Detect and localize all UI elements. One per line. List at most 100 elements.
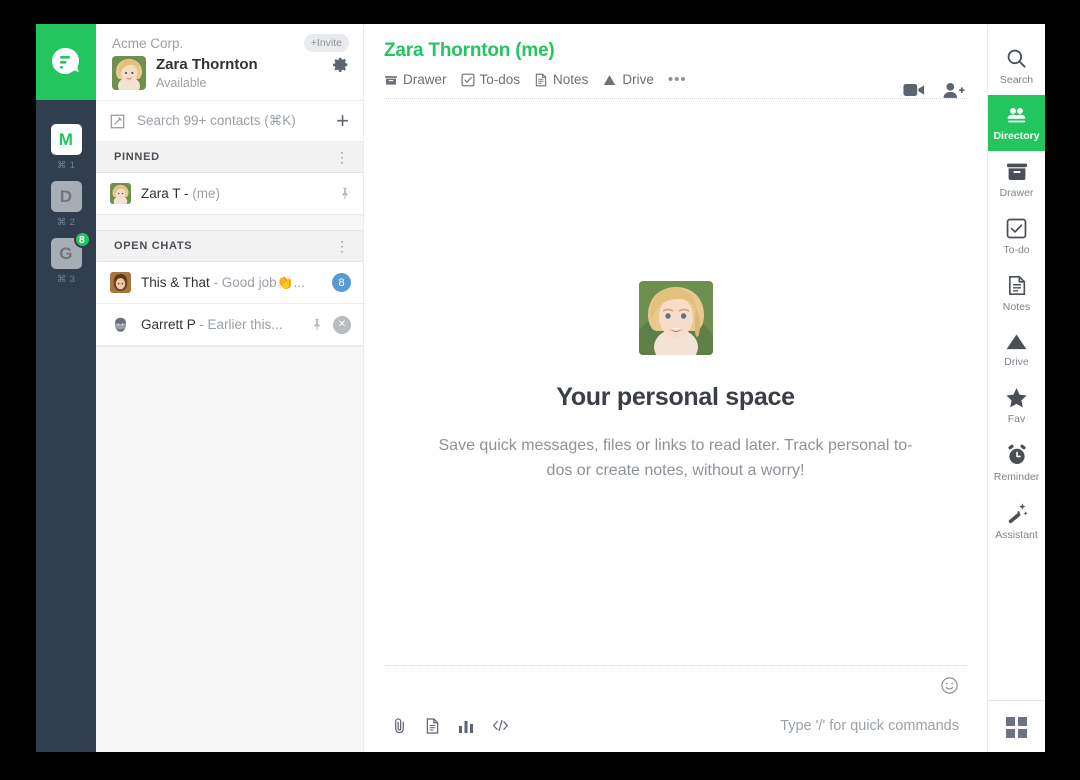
search-input[interactable]: Search 99+ contacts (⌘K) — [137, 113, 324, 129]
chat-name: This & That — [141, 274, 210, 290]
tab-label: Drawer — [403, 72, 447, 87]
poll-icon[interactable] — [458, 718, 474, 734]
list-item[interactable]: Zara T - (me) — [96, 173, 363, 215]
avatar — [110, 314, 131, 335]
tab-todos[interactable]: To-dos — [461, 72, 520, 87]
conversation-header: Zara Thornton (me) Drawer To-dos Notes D… — [364, 24, 987, 98]
app-grid-icon[interactable] — [1006, 717, 1027, 738]
document-icon[interactable] — [425, 717, 440, 734]
tab-label: Drive — [622, 72, 654, 87]
rail-app-letter: D — [59, 186, 73, 206]
gear-icon[interactable] — [332, 56, 349, 73]
avatar — [110, 272, 131, 293]
avatar — [112, 56, 146, 90]
tab-drive[interactable]: Drive — [602, 72, 654, 87]
list-item-label: This & That - Good job👏... — [141, 275, 322, 291]
notes-icon — [1007, 275, 1027, 296]
more-options-icon[interactable]: ••• — [668, 71, 687, 88]
code-snippet-icon[interactable] — [492, 718, 509, 733]
rail-item-assistant[interactable]: Assistant — [988, 492, 1045, 550]
directory-icon — [1006, 105, 1027, 125]
rail-item-reminder[interactable]: Reminder — [988, 434, 1045, 492]
section-menu-icon[interactable]: ⋮ — [335, 239, 349, 253]
rail-item-label: Fav — [1007, 413, 1026, 425]
section-menu-icon[interactable]: ⋮ — [335, 150, 349, 164]
current-user-row[interactable]: Zara Thornton Available — [112, 56, 349, 90]
list-gap — [96, 215, 363, 231]
pin-icon[interactable] — [311, 318, 323, 331]
list-item[interactable]: Garrett P - Earlier this... ✕ — [96, 304, 363, 346]
rail-item-label: Notes — [1002, 301, 1031, 313]
message-input[interactable]: Type '/' for quick commands — [780, 718, 967, 734]
unread-badge: 8 — [332, 273, 351, 292]
rail-app-letter: M — [58, 129, 74, 149]
rail-app-item[interactable]: G 8 ⌘ 3 — [50, 231, 91, 285]
list-item[interactable]: This & That - Good job👏... 8 — [96, 262, 363, 304]
rail-app-item[interactable]: M ⌘ 1 — [50, 124, 82, 171]
rail-item-drawer[interactable]: Drawer — [988, 151, 1045, 208]
add-person-icon[interactable] — [943, 82, 965, 99]
flock-logo-icon[interactable] — [36, 24, 96, 100]
rail-app-list: M ⌘ 1 D ⌘ 2 G 8 ⌘ 3 — [36, 100, 96, 295]
rail-item-fav[interactable]: Fav — [988, 377, 1045, 434]
rail-item-label: Drawer — [999, 187, 1034, 199]
rail-item-search[interactable]: Search — [988, 38, 1045, 95]
rail-item-label: To-do — [1003, 244, 1030, 256]
alarm-icon — [1006, 444, 1028, 466]
rail-app-tile: D — [50, 181, 82, 212]
rail-app-shortcut: ⌘ 1 — [56, 160, 76, 171]
section-title: PINNED — [114, 151, 160, 163]
app-window: M ⌘ 1 D ⌘ 2 G 8 ⌘ 3 Acme Corp. +Invite Z… — [36, 24, 1045, 752]
header-actions — [903, 82, 965, 99]
chat-name: Garrett P — [141, 317, 196, 332]
rail-app-tile: G 8 — [50, 231, 91, 269]
current-user-status: Available — [156, 75, 207, 90]
rail-item-directory[interactable]: Directory — [988, 95, 1045, 151]
compose-icon — [110, 114, 125, 129]
org-header: Acme Corp. +Invite Zara Thornton Availab… — [96, 24, 363, 101]
rail-item-todo[interactable]: To-do — [988, 208, 1045, 265]
drive-icon — [1005, 332, 1028, 351]
rail-app-letter: G — [59, 243, 73, 263]
invite-button[interactable]: +Invite — [303, 34, 349, 52]
left-app-rail: M ⌘ 1 D ⌘ 2 G 8 ⌘ 3 — [36, 24, 96, 752]
video-call-icon[interactable] — [903, 82, 925, 99]
checkbox-icon — [461, 73, 475, 87]
rail-item-drive[interactable]: Drive — [988, 322, 1045, 377]
conversation-tabs: Drawer To-dos Notes Drive ••• — [384, 71, 963, 98]
notes-icon — [534, 73, 548, 87]
tab-notes[interactable]: Notes — [534, 72, 588, 87]
drawer-icon — [1006, 161, 1028, 182]
chat-me-tag: (me) — [192, 186, 221, 201]
empty-state: Your personal space Save quick messages,… — [364, 99, 987, 665]
rail-item-label: Drive — [1004, 356, 1029, 368]
list-item-label: Zara T - (me) — [141, 186, 329, 201]
attachment-icon[interactable] — [392, 717, 407, 734]
emoji-icon[interactable] — [940, 676, 959, 695]
list-item-label: Garrett P - Earlier this... — [141, 317, 301, 332]
rail-app-shortcut: ⌘ 3 — [56, 274, 76, 285]
right-tool-rail: Search Directory Drawer To-do Notes Driv… — [988, 24, 1045, 752]
drive-icon — [602, 73, 617, 87]
chat-snippet: - Earlier this... — [199, 317, 283, 332]
search-row[interactable]: Search 99+ contacts (⌘K) + — [96, 101, 363, 142]
tab-drawer[interactable]: Drawer — [384, 72, 447, 87]
rail-app-item[interactable]: D ⌘ 2 — [50, 181, 82, 228]
rail-item-notes[interactable]: Notes — [988, 265, 1045, 322]
search-icon — [1006, 48, 1027, 69]
add-contact-button[interactable]: + — [336, 110, 349, 132]
rail-item-label: Reminder — [993, 471, 1040, 483]
magic-wand-icon — [1006, 502, 1028, 524]
empty-state-title: Your personal space — [556, 382, 795, 411]
close-icon[interactable]: ✕ — [333, 315, 351, 334]
unread-badge: 8 — [73, 231, 91, 248]
section-header-pinned: PINNED ⋮ — [96, 142, 363, 173]
chat-snippet: - Good job👏... — [213, 274, 305, 290]
composer-bottom-row: Type '/' for quick commands — [384, 717, 967, 734]
composer-actions — [384, 717, 509, 734]
rail-item-label: Search — [999, 74, 1034, 86]
avatar — [638, 280, 713, 355]
contacts-sidebar: Acme Corp. +Invite Zara Thornton Availab… — [96, 24, 364, 752]
pin-icon[interactable] — [339, 187, 351, 200]
conversation-pane: Zara Thornton (me) Drawer To-dos Notes D… — [364, 24, 988, 752]
